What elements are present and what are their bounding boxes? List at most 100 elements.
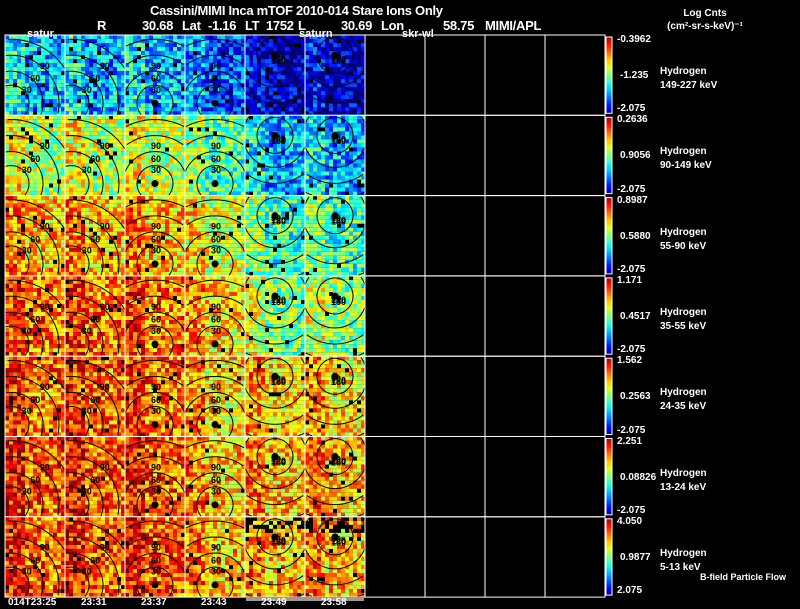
panel-frame xyxy=(424,34,486,116)
panel-frame xyxy=(364,355,426,438)
panel-frame xyxy=(424,195,486,277)
contour-label: 150 xyxy=(271,136,286,146)
contour-label: 60 xyxy=(151,395,161,405)
contour-label: 30 xyxy=(82,406,92,416)
contour-label: 150 xyxy=(271,56,286,66)
row-energy: 55-90 keV xyxy=(660,240,707,252)
panel-frame xyxy=(544,436,606,518)
colorbar-max: 1.171 xyxy=(617,274,643,286)
saturn-marker-icon xyxy=(211,420,219,428)
row-species: Hydrogen xyxy=(660,226,707,238)
contour-label: 90 xyxy=(40,382,50,392)
contour-label: 30 xyxy=(211,406,221,416)
contour-label: 60 xyxy=(90,555,100,565)
contour-label: 30 xyxy=(22,486,32,496)
colorbar-min: -2.075 xyxy=(617,183,646,195)
colorbar xyxy=(605,116,613,195)
contour-label: 60 xyxy=(211,234,221,244)
colorbar-min: -2.075 xyxy=(617,103,646,115)
contour-label: 60 xyxy=(151,475,161,485)
contour-label: 90 xyxy=(151,221,161,231)
contour-label: 90 xyxy=(211,543,221,553)
contour-label: 60 xyxy=(211,74,221,84)
contour-label: 90 xyxy=(211,221,221,231)
saturn-marker-icon xyxy=(211,260,219,268)
contour-label: 90 xyxy=(100,61,110,71)
panel-frame xyxy=(364,195,426,277)
contour-label: 90 xyxy=(151,141,161,151)
saturn-marker-icon xyxy=(211,501,219,509)
contour-label: 150 xyxy=(331,457,346,467)
contour-label: 90 xyxy=(100,462,110,472)
panel-frame xyxy=(364,516,426,598)
contour-label: 60 xyxy=(151,555,161,565)
row-species: Hydrogen xyxy=(660,146,707,158)
panel-frame xyxy=(544,275,606,357)
contour-label: 150 xyxy=(271,457,286,467)
contour-label: 90 xyxy=(40,141,50,151)
contour-label: 30 xyxy=(211,165,221,175)
contour-label: 90 xyxy=(40,221,50,231)
contour-label: 30 xyxy=(211,85,221,95)
colorbar-mid: 0.08826 xyxy=(620,471,657,483)
contour-label: 30 xyxy=(82,165,92,175)
colorbar-mid: 0.9877 xyxy=(620,551,651,563)
marker-satur: satur xyxy=(27,28,54,40)
row-energy: 149-227 keV xyxy=(660,80,718,91)
contour-label: 60 xyxy=(30,154,40,164)
b-field-flow-note: B-field Particle Flow xyxy=(700,572,787,582)
contour-label: 90 xyxy=(151,302,161,312)
contour-label: 90 xyxy=(151,462,161,472)
saturn-marker-icon xyxy=(211,99,219,107)
contour-label: 90 xyxy=(151,61,161,71)
contour-label: 90 xyxy=(100,221,110,231)
contour-label: 60 xyxy=(211,475,221,485)
colorbar-max: -0.3962 xyxy=(617,34,651,45)
contour-label: 30 xyxy=(151,165,161,175)
panel-frame xyxy=(544,355,606,438)
colorbar-max: 0.8987 xyxy=(617,194,648,206)
contour-label: 90 xyxy=(100,382,110,392)
contour-label: 60 xyxy=(151,315,161,325)
contour-label: 60 xyxy=(30,315,40,325)
contour-label: 90 xyxy=(211,302,221,312)
contour-label: 60 xyxy=(90,154,100,164)
contour-label: 90 xyxy=(211,61,221,71)
row-species: Hydrogen xyxy=(660,547,707,559)
contour-label: 150 xyxy=(331,538,346,548)
saturn-marker-icon xyxy=(151,340,159,348)
contour-label: 60 xyxy=(211,555,221,565)
saturn-marker-icon xyxy=(151,180,159,188)
panel-frame xyxy=(424,275,486,357)
contour-label: 30 xyxy=(82,85,92,95)
contour-label: 30 xyxy=(82,326,92,336)
saturn-marker-icon xyxy=(211,180,219,188)
marker-saturn: saturn xyxy=(299,28,333,40)
panel-frame xyxy=(424,516,486,598)
contour-label: 60 xyxy=(211,395,221,405)
contour-label: 90 xyxy=(211,382,221,392)
contour-label: 60 xyxy=(151,154,161,164)
row-energy: 24-35 keV xyxy=(660,401,707,413)
colorbar-max: 2.251 xyxy=(617,435,643,447)
colorbar xyxy=(605,197,613,275)
contour-label: 150 xyxy=(331,56,346,66)
contour-label: 30 xyxy=(82,245,92,255)
row-energy: 13-24 keV xyxy=(660,481,707,493)
colorbar-min: -2.075 xyxy=(617,424,646,436)
row-species: Hydrogen xyxy=(660,467,707,479)
row-species: Hydrogen xyxy=(660,306,707,318)
contour-label: 90 xyxy=(40,462,50,472)
contour-label: 30 xyxy=(211,567,221,577)
colorbar xyxy=(605,518,613,596)
panel-frame xyxy=(484,34,546,116)
contour-label: 90 xyxy=(100,141,110,151)
contour-label: 30 xyxy=(151,486,161,496)
time-label: 014T23:25 xyxy=(8,597,57,608)
contour-label: 30 xyxy=(22,85,32,95)
panel-frame xyxy=(484,516,546,598)
panel-frame xyxy=(544,195,606,277)
colorbar xyxy=(605,357,613,436)
colorbar-max: 4.050 xyxy=(617,515,643,527)
colorbar-min: -2.075 xyxy=(617,263,646,275)
